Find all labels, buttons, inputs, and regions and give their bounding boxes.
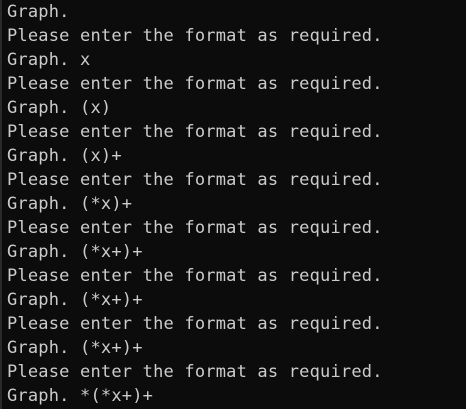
console-line: Graph. <box>7 2 70 22</box>
console-line: Please enter the format as required. <box>7 266 383 286</box>
console-line: Please enter the format as required. <box>7 362 383 382</box>
console-line: Please enter the format as required. <box>7 74 383 94</box>
console-output[interactable]: Graph. Please enter the format as requir… <box>0 0 466 409</box>
console-line: Please enter the format as required. <box>7 122 383 142</box>
console-line: Please enter the format as required. <box>7 218 383 238</box>
console-line: Graph. (*x+)+ <box>7 338 143 358</box>
console-line: Graph. (*x+)+ <box>7 242 143 262</box>
console-line: Graph. (*x)+ <box>7 194 133 214</box>
console-line: Graph. (x) <box>7 98 112 118</box>
console-line: Graph. (x)+ <box>7 146 122 166</box>
console-prompt-line[interactable]: Graph. *(*x+)+ <box>7 384 466 408</box>
console-line: Please enter the format as required. <box>7 26 383 46</box>
console-line: Graph. x <box>7 50 91 70</box>
console-line: Graph. (*x+)+ <box>7 290 143 310</box>
console-line: Please enter the format as required. <box>7 314 383 334</box>
console-line: Please enter the format as required. <box>7 170 383 190</box>
